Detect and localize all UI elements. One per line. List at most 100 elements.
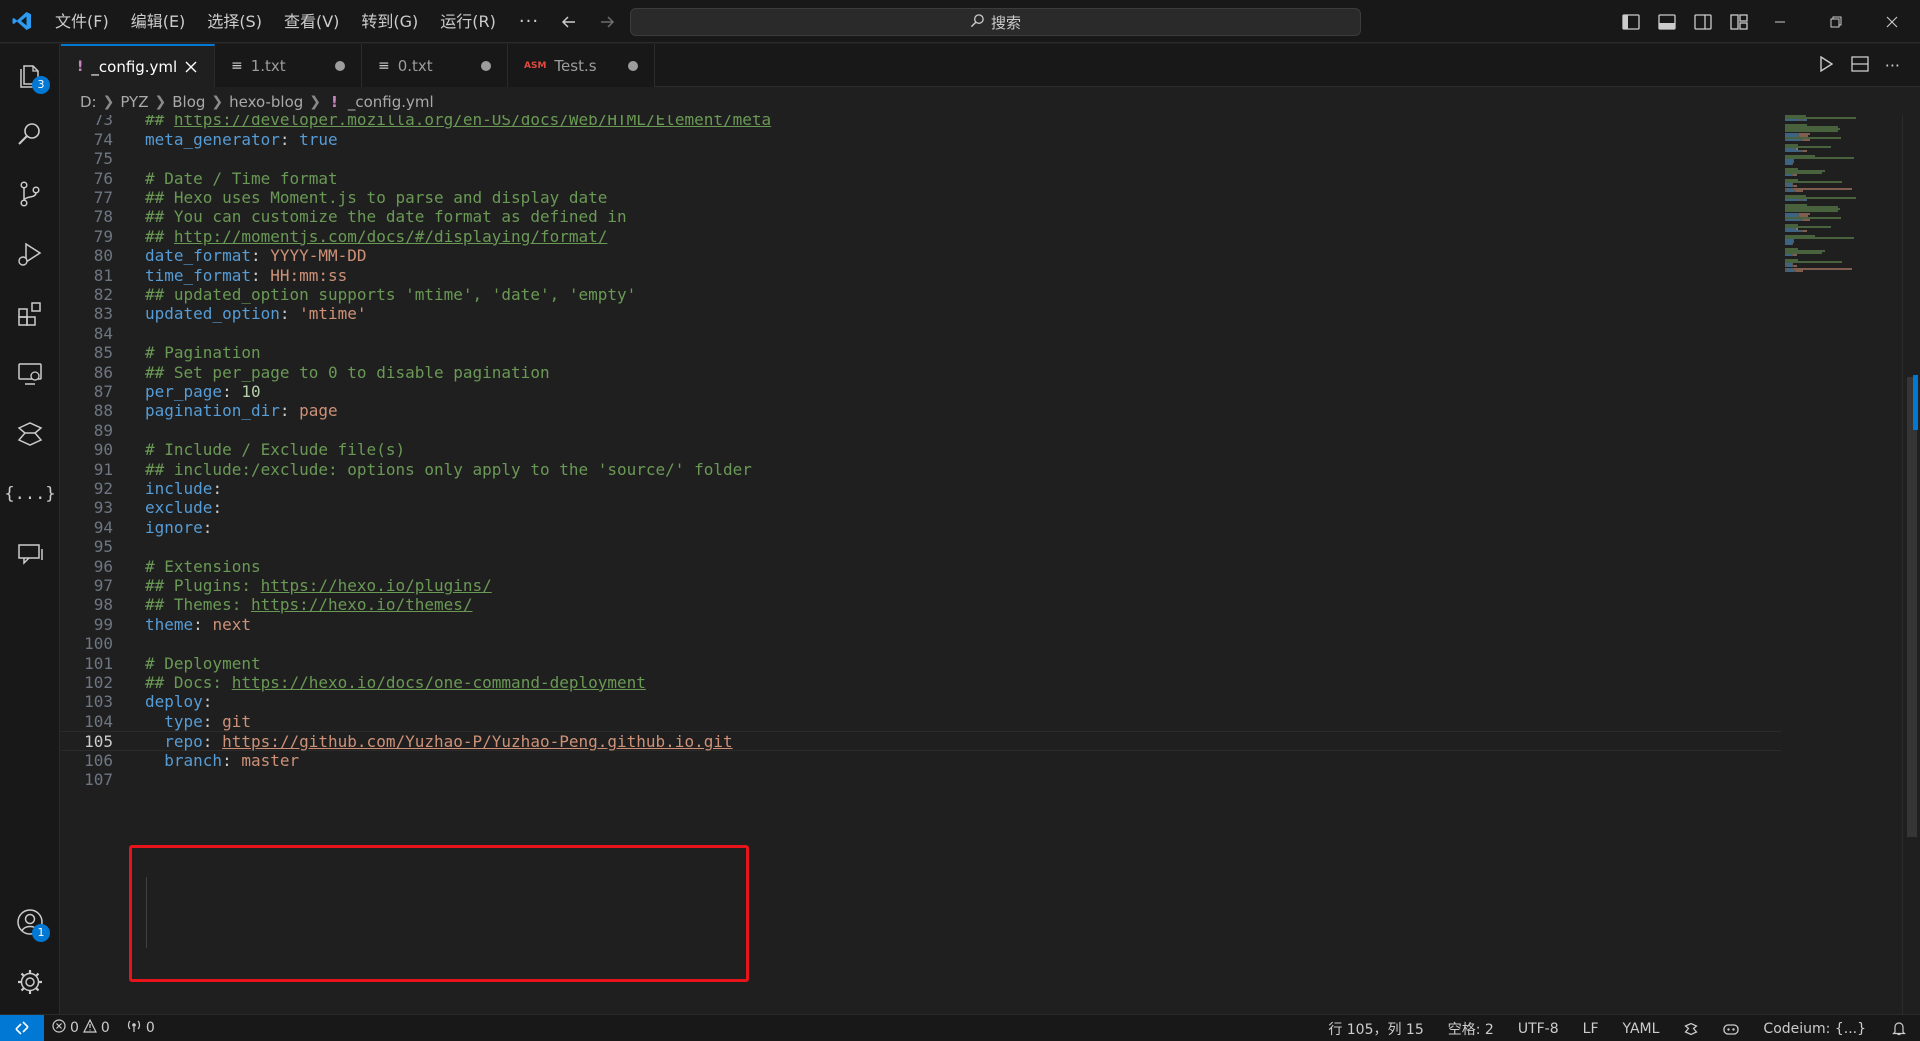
run-debug-icon[interactable] xyxy=(0,226,60,282)
tab-0-txt[interactable]: ≡ 0.txt xyxy=(362,44,508,87)
code-line[interactable]: 73 ## https://developer.mozilla.org/en-US… xyxy=(61,115,1781,130)
remote-indicator-icon[interactable] xyxy=(0,1014,44,1041)
code-line[interactable]: 74 meta_generator: true xyxy=(61,130,1781,149)
code-line[interactable]: 78 ## You can customize the date format a… xyxy=(61,207,1781,226)
code-token[interactable]: http://momentjs.com/docs/#/displaying/fo… xyxy=(174,227,607,246)
comments-icon[interactable] xyxy=(0,526,60,582)
toggle-secondary-sidebar-icon[interactable] xyxy=(1692,11,1714,33)
code-line[interactable]: 103 deploy: xyxy=(61,692,1781,711)
menu-item[interactable]: 选择(S) xyxy=(196,0,273,43)
code-line[interactable]: 88 pagination_dir: page xyxy=(61,401,1781,420)
code-token[interactable]: https://hexo.io/docs/one-command-deploym… xyxy=(232,673,646,692)
code-line[interactable]: 95 xyxy=(61,537,1781,556)
breadcrumb-folder-hexo-blog[interactable]: hexo-blog xyxy=(229,93,303,111)
customize-layout-icon[interactable] xyxy=(1728,11,1750,33)
code-line[interactable]: 80 date_format: YYYY-MM-DD xyxy=(61,246,1781,265)
menu-item[interactable]: 转到(G) xyxy=(350,0,429,43)
json-braces-icon[interactable]: {...} xyxy=(0,466,60,522)
code-line[interactable]: 93 exclude: xyxy=(61,498,1781,517)
code-line[interactable]: 83 updated_option: 'mtime' xyxy=(61,304,1781,323)
code-line[interactable]: 79 ## http://momentjs.com/docs/#/displayi… xyxy=(61,227,1781,246)
back-arrow-icon[interactable] xyxy=(558,11,580,33)
menu-item[interactable]: 文件(F) xyxy=(44,0,120,43)
indentation[interactable]: 空格: 2 xyxy=(1436,1019,1506,1039)
code-token[interactable]: https://github.com/Yuzhao-P/Yuzhao-Peng.… xyxy=(222,732,733,751)
code-line[interactable]: 101 # Deployment xyxy=(61,654,1781,673)
code-line[interactable]: 86 ## Set per_page to 0 to disable pagina… xyxy=(61,363,1781,382)
code-line[interactable]: 102 ## Docs: https://hexo.io/docs/one-com… xyxy=(61,673,1781,692)
encoding[interactable]: UTF-8 xyxy=(1506,1021,1571,1037)
copilot-icon[interactable] xyxy=(1711,1022,1751,1036)
vertical-scrollbar[interactable] xyxy=(1902,115,1918,1014)
search-view-icon[interactable] xyxy=(0,106,60,162)
restore-icon[interactable] xyxy=(1808,0,1864,43)
problems-indicator[interactable]: 0 0 xyxy=(44,1018,118,1037)
code-line[interactable]: 107 xyxy=(61,770,1781,789)
unsaved-dot-icon[interactable] xyxy=(628,61,638,71)
end-of-line[interactable]: LF xyxy=(1571,1021,1611,1037)
code-line[interactable]: 99 theme: next xyxy=(61,615,1781,634)
code-line[interactable]: 90 # Include / Exclude file(s) xyxy=(61,440,1781,459)
tab-test-s[interactable]: ASM Test.s xyxy=(508,44,655,87)
code-line[interactable]: 87 per_page: 10 xyxy=(61,382,1781,401)
menu-item[interactable]: 运行(R) xyxy=(429,0,507,43)
unsaved-dot-icon[interactable] xyxy=(335,61,345,71)
source-control-icon[interactable] xyxy=(0,166,60,222)
code-line[interactable]: 97 ## Plugins: https://hexo.io/plugins/ xyxy=(61,576,1781,595)
scrollbar-thumb[interactable] xyxy=(1907,377,1917,837)
toggle-panel-icon[interactable] xyxy=(1656,11,1678,33)
code-token[interactable]: https://hexo.io/plugins/ xyxy=(261,576,492,595)
language-mode[interactable]: YAML xyxy=(1611,1021,1672,1037)
code-token[interactable]: https://hexo.io/themes/ xyxy=(251,595,473,614)
code-line[interactable]: 77 ## Hexo uses Moment.js to parse and di… xyxy=(61,188,1781,207)
minimize-icon[interactable] xyxy=(1752,0,1808,43)
more-actions-icon[interactable]: ··· xyxy=(1885,56,1900,75)
code-line[interactable]: 92 include: xyxy=(61,479,1781,498)
breadcrumb-file[interactable]: _config.yml xyxy=(348,93,434,111)
code-line[interactable]: 82 ## updated_option supports 'mtime', 'd… xyxy=(61,285,1781,304)
code-line[interactable]: 106 branch: master xyxy=(61,751,1781,770)
toggle-primary-sidebar-icon[interactable] xyxy=(1620,11,1642,33)
notifications-bell-icon[interactable] xyxy=(1878,1021,1920,1036)
forward-arrow-icon[interactable] xyxy=(596,11,618,33)
breadcrumb-folder-blog[interactable]: Blog xyxy=(172,93,205,111)
run-file-icon[interactable] xyxy=(1817,55,1835,77)
code-line[interactable]: 94 ignore: xyxy=(61,518,1781,537)
close-window-icon[interactable] xyxy=(1864,0,1920,43)
explorer-icon[interactable]: 3 xyxy=(0,46,60,102)
minimap[interactable] xyxy=(1785,115,1875,335)
close-tab-icon[interactable] xyxy=(182,58,200,76)
codeium-status-icon[interactable] xyxy=(1671,1022,1711,1036)
split-editor-icon[interactable] xyxy=(1851,55,1869,77)
codeium-status[interactable]: Codeium: {...} xyxy=(1751,1021,1878,1037)
codeium-icon[interactable] xyxy=(0,406,60,462)
code-line[interactable]: 89 xyxy=(61,421,1781,440)
code-line[interactable]: 75 xyxy=(61,149,1781,168)
ports-indicator[interactable]: 0 xyxy=(118,1019,163,1037)
tab-1-txt[interactable]: ≡ 1.txt xyxy=(215,44,362,87)
code-line[interactable]: 81 time_format: HH:mm:ss xyxy=(61,266,1781,285)
menu-item[interactable]: 编辑(E) xyxy=(120,0,197,43)
accounts-icon[interactable]: 1 xyxy=(0,894,60,950)
tab-config-yml[interactable]: ! _config.yml xyxy=(61,44,215,87)
extensions-icon[interactable] xyxy=(0,286,60,342)
cursor-position[interactable]: 行 105，列 15 xyxy=(1316,1019,1435,1039)
code-line[interactable]: 98 ## Themes: https://hexo.io/themes/ xyxy=(61,595,1781,614)
code-line[interactable]: 96 # Extensions xyxy=(61,557,1781,576)
command-center-search[interactable]: 搜索 xyxy=(630,8,1361,36)
code-line[interactable]: 100 xyxy=(61,634,1781,653)
code-line[interactable]: 84 xyxy=(61,324,1781,343)
code-line[interactable]: 91 ## include:/exclude: options only appl… xyxy=(61,460,1781,479)
more-menu-icon[interactable]: ··· xyxy=(507,0,551,43)
code-line[interactable]: 76 # Date / Time format xyxy=(61,169,1781,188)
breadcrumb-drive[interactable]: D: xyxy=(80,93,97,111)
settings-gear-icon[interactable] xyxy=(0,954,60,1010)
remote-explorer-icon[interactable] xyxy=(0,346,60,402)
code-line[interactable]: 104 type: git xyxy=(61,712,1781,731)
unsaved-dot-icon[interactable] xyxy=(481,61,491,71)
breadcrumb-folder-pyz[interactable]: PYZ xyxy=(120,93,148,111)
menu-item[interactable]: 查看(V) xyxy=(273,0,350,43)
code-token[interactable]: https://developer.mozilla.org/en-US/docs… xyxy=(174,115,771,129)
code-line[interactable]: 105 repo: https://github.com/Yuzhao-P/Yu… xyxy=(61,731,1781,751)
code-line[interactable]: 85 # Pagination xyxy=(61,343,1781,362)
